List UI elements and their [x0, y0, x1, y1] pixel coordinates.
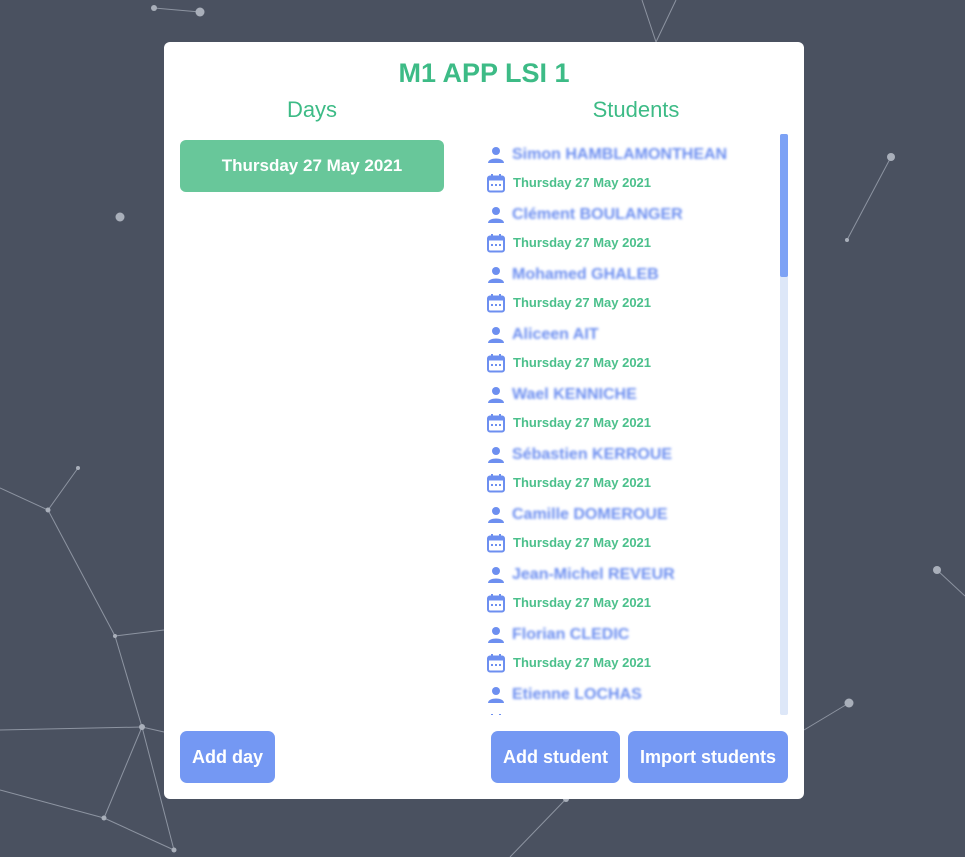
student-list-item[interactable]: Camille DOMEROUE Thursday 27 May 2021 [484, 500, 780, 560]
student-date: Thursday 27 May 2021 [513, 295, 652, 310]
student-list-item[interactable]: Etienne LOCHAS Thursday 27 May 2021 [484, 680, 780, 715]
calendar-icon [484, 291, 508, 315]
add-day-button[interactable]: Add day [180, 731, 275, 783]
person-icon [484, 323, 508, 347]
student-list-item[interactable]: Jean-Michel REVEUR Thursday 27 May 2021 [484, 560, 780, 620]
student-list-item[interactable]: Florian CLEDIC Thursday 27 May 2021 [484, 620, 780, 680]
student-date: Thursday 27 May 2021 [513, 355, 652, 370]
student-name[interactable]: Florian CLEDIC [512, 626, 629, 644]
person-icon [484, 683, 508, 707]
student-name[interactable]: Jean-Michel REVEUR [512, 566, 675, 584]
class-card: M1 APP LSI 1 Days Students Thursday 27 M… [164, 42, 804, 799]
calendar-icon [484, 171, 508, 195]
student-date: Thursday 27 May 2021 [513, 535, 652, 550]
student-name[interactable]: Aliceen AIT [512, 326, 599, 344]
student-date: Thursday 27 May 2021 [513, 415, 652, 430]
scrollbar-thumb[interactable] [780, 134, 788, 277]
student-list-item[interactable]: Wael KENNICHE Thursday 27 May 2021 [484, 380, 780, 440]
student-date: Thursday 27 May 2021 [513, 655, 652, 670]
student-name[interactable]: Simon HAMBLAMONTHEAN [512, 146, 727, 164]
add-student-button[interactable]: Add student [491, 731, 620, 783]
day-item[interactable]: Thursday 27 May 2021 [180, 140, 444, 192]
person-icon [484, 383, 508, 407]
calendar-icon [484, 651, 508, 675]
calendar-icon [484, 471, 508, 495]
person-icon [484, 203, 508, 227]
student-date: Thursday 27 May 2021 [513, 475, 652, 490]
student-list-scrollbar[interactable] [780, 134, 788, 715]
person-icon [484, 263, 508, 287]
person-icon [484, 503, 508, 527]
person-icon [484, 143, 508, 167]
student-name[interactable]: Etienne LOCHAS [512, 686, 642, 704]
student-name[interactable]: Camille DOMEROUE [512, 506, 668, 524]
import-students-button[interactable]: Import students [628, 731, 788, 783]
student-list-item[interactable]: Aliceen AIT Thursday 27 May 2021 [484, 320, 780, 380]
days-heading: Days [286, 97, 338, 122]
student-list-item[interactable]: Mohamed GHALEB Thursday 27 May 2021 [484, 260, 780, 320]
students-heading: Students [592, 97, 680, 122]
student-name[interactable]: Sébastien KERROUE [512, 446, 672, 464]
student-name[interactable]: Wael KENNICHE [512, 386, 637, 404]
page-title: M1 APP LSI 1 [398, 58, 570, 88]
calendar-icon [484, 231, 508, 255]
student-list-item[interactable]: Clément BOULANGER Thursday 27 May 2021 [484, 200, 780, 260]
person-icon [484, 563, 508, 587]
student-date: Thursday 27 May 2021 [513, 235, 652, 250]
student-name[interactable]: Clément BOULANGER [512, 206, 683, 224]
person-icon [484, 623, 508, 647]
student-list[interactable]: Simon HAMBLAMONTHEAN Thursday 27 May 202… [484, 134, 780, 715]
student-date: Thursday 27 May 2021 [513, 595, 652, 610]
calendar-icon [484, 411, 508, 435]
calendar-icon [484, 591, 508, 615]
calendar-icon [484, 531, 508, 555]
student-name[interactable]: Mohamed GHALEB [512, 266, 659, 284]
student-list-item[interactable]: Sébastien KERROUE Thursday 27 May 2021 [484, 440, 780, 500]
student-date: Thursday 27 May 2021 [513, 175, 652, 190]
student-list-item[interactable]: Simon HAMBLAMONTHEAN Thursday 27 May 202… [484, 140, 780, 200]
calendar-icon [484, 711, 508, 715]
person-icon [484, 443, 508, 467]
calendar-icon [484, 351, 508, 375]
